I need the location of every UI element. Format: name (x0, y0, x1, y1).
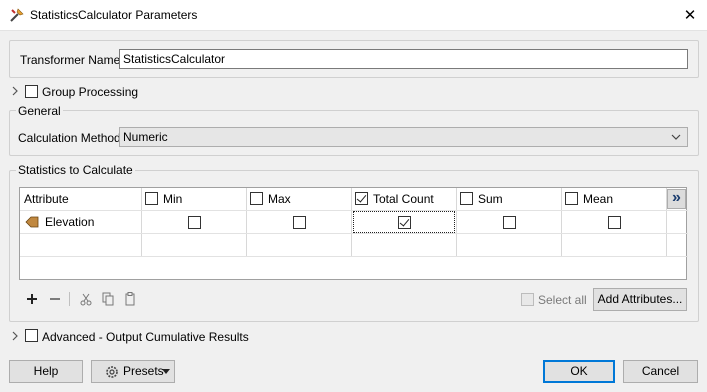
add-attributes-button[interactable]: Add Attributes... (593, 288, 687, 311)
column-divider (246, 188, 247, 256)
select-all-label: Select all (538, 293, 587, 307)
column-divider (456, 188, 457, 256)
ok-button[interactable]: OK (543, 360, 615, 383)
more-columns-button[interactable]: » (667, 189, 686, 209)
column-divider (561, 188, 562, 256)
row-min-checkbox[interactable] (188, 216, 201, 229)
statistics-section-label: Statistics to Calculate (16, 163, 135, 177)
row-total-count-checkbox[interactable] (398, 216, 411, 229)
row-mean-checkbox[interactable] (608, 216, 621, 229)
group-processing-checkbox[interactable] (25, 85, 38, 98)
row-max-checkbox[interactable] (293, 216, 306, 229)
statistics-table[interactable]: Attribute Min Max Total Count Sum Mean »… (19, 187, 688, 280)
toolbar-separator (69, 292, 70, 306)
column-header-min-checkbox[interactable] (145, 192, 158, 205)
calculation-method-select[interactable]: Numeric (119, 127, 688, 147)
cut-icon[interactable] (78, 291, 94, 307)
column-divider (141, 188, 142, 256)
column-header-min: Min (163, 192, 183, 206)
row-divider (20, 233, 688, 234)
column-header-sum-checkbox[interactable] (460, 192, 473, 205)
row-sum-checkbox[interactable] (503, 216, 516, 229)
cancel-button[interactable]: Cancel (623, 360, 698, 383)
paste-icon[interactable] (122, 291, 138, 307)
presets-button[interactable]: Presets (91, 360, 175, 383)
column-header-total-count: Total Count (373, 192, 434, 206)
column-header-max: Max (268, 192, 291, 206)
column-divider (351, 188, 352, 256)
select-all-checkbox[interactable] (521, 293, 534, 306)
close-icon[interactable]: ✕ (676, 4, 704, 28)
row-divider (20, 256, 688, 257)
column-header-total-count-checkbox[interactable] (355, 192, 368, 205)
transformer-name-label: Transformer Name: (20, 53, 124, 67)
general-section-label: General (16, 104, 63, 118)
advanced-checkbox[interactable] (25, 329, 38, 342)
add-row-icon[interactable] (24, 291, 40, 307)
copy-icon[interactable] (100, 291, 116, 307)
transformer-name-input[interactable]: StatisticsCalculator (119, 49, 688, 69)
title-bar: StatisticsCalculator Parameters ✕ (0, 0, 707, 31)
caret-down-icon (162, 369, 170, 374)
column-header-attribute: Attribute (24, 192, 69, 206)
table-row-attribute: Elevation (45, 215, 95, 229)
calculation-method-value: Numeric (123, 130, 168, 144)
column-header-mean: Mean (583, 192, 614, 206)
remove-row-icon[interactable] (47, 291, 63, 307)
column-header-mean-checkbox[interactable] (565, 192, 578, 205)
calculation-method-label: Calculation Method: (18, 131, 125, 145)
group-processing-label: Group Processing (42, 85, 139, 99)
chevron-down-icon (671, 134, 681, 140)
attribute-tag-icon (25, 216, 39, 228)
presets-label: Presets (123, 364, 164, 378)
column-header-sum: Sum (478, 192, 503, 206)
column-header-max-checkbox[interactable] (250, 192, 263, 205)
advanced-label: Advanced - Output Cumulative Results (42, 330, 249, 344)
chevron-right-icon[interactable] (10, 331, 20, 341)
transformer-app-icon (10, 8, 24, 22)
help-button[interactable]: Help (9, 360, 83, 383)
gear-icon (106, 366, 118, 378)
window-title: StatisticsCalculator Parameters (30, 8, 198, 22)
chevron-right-icon[interactable] (10, 86, 20, 96)
